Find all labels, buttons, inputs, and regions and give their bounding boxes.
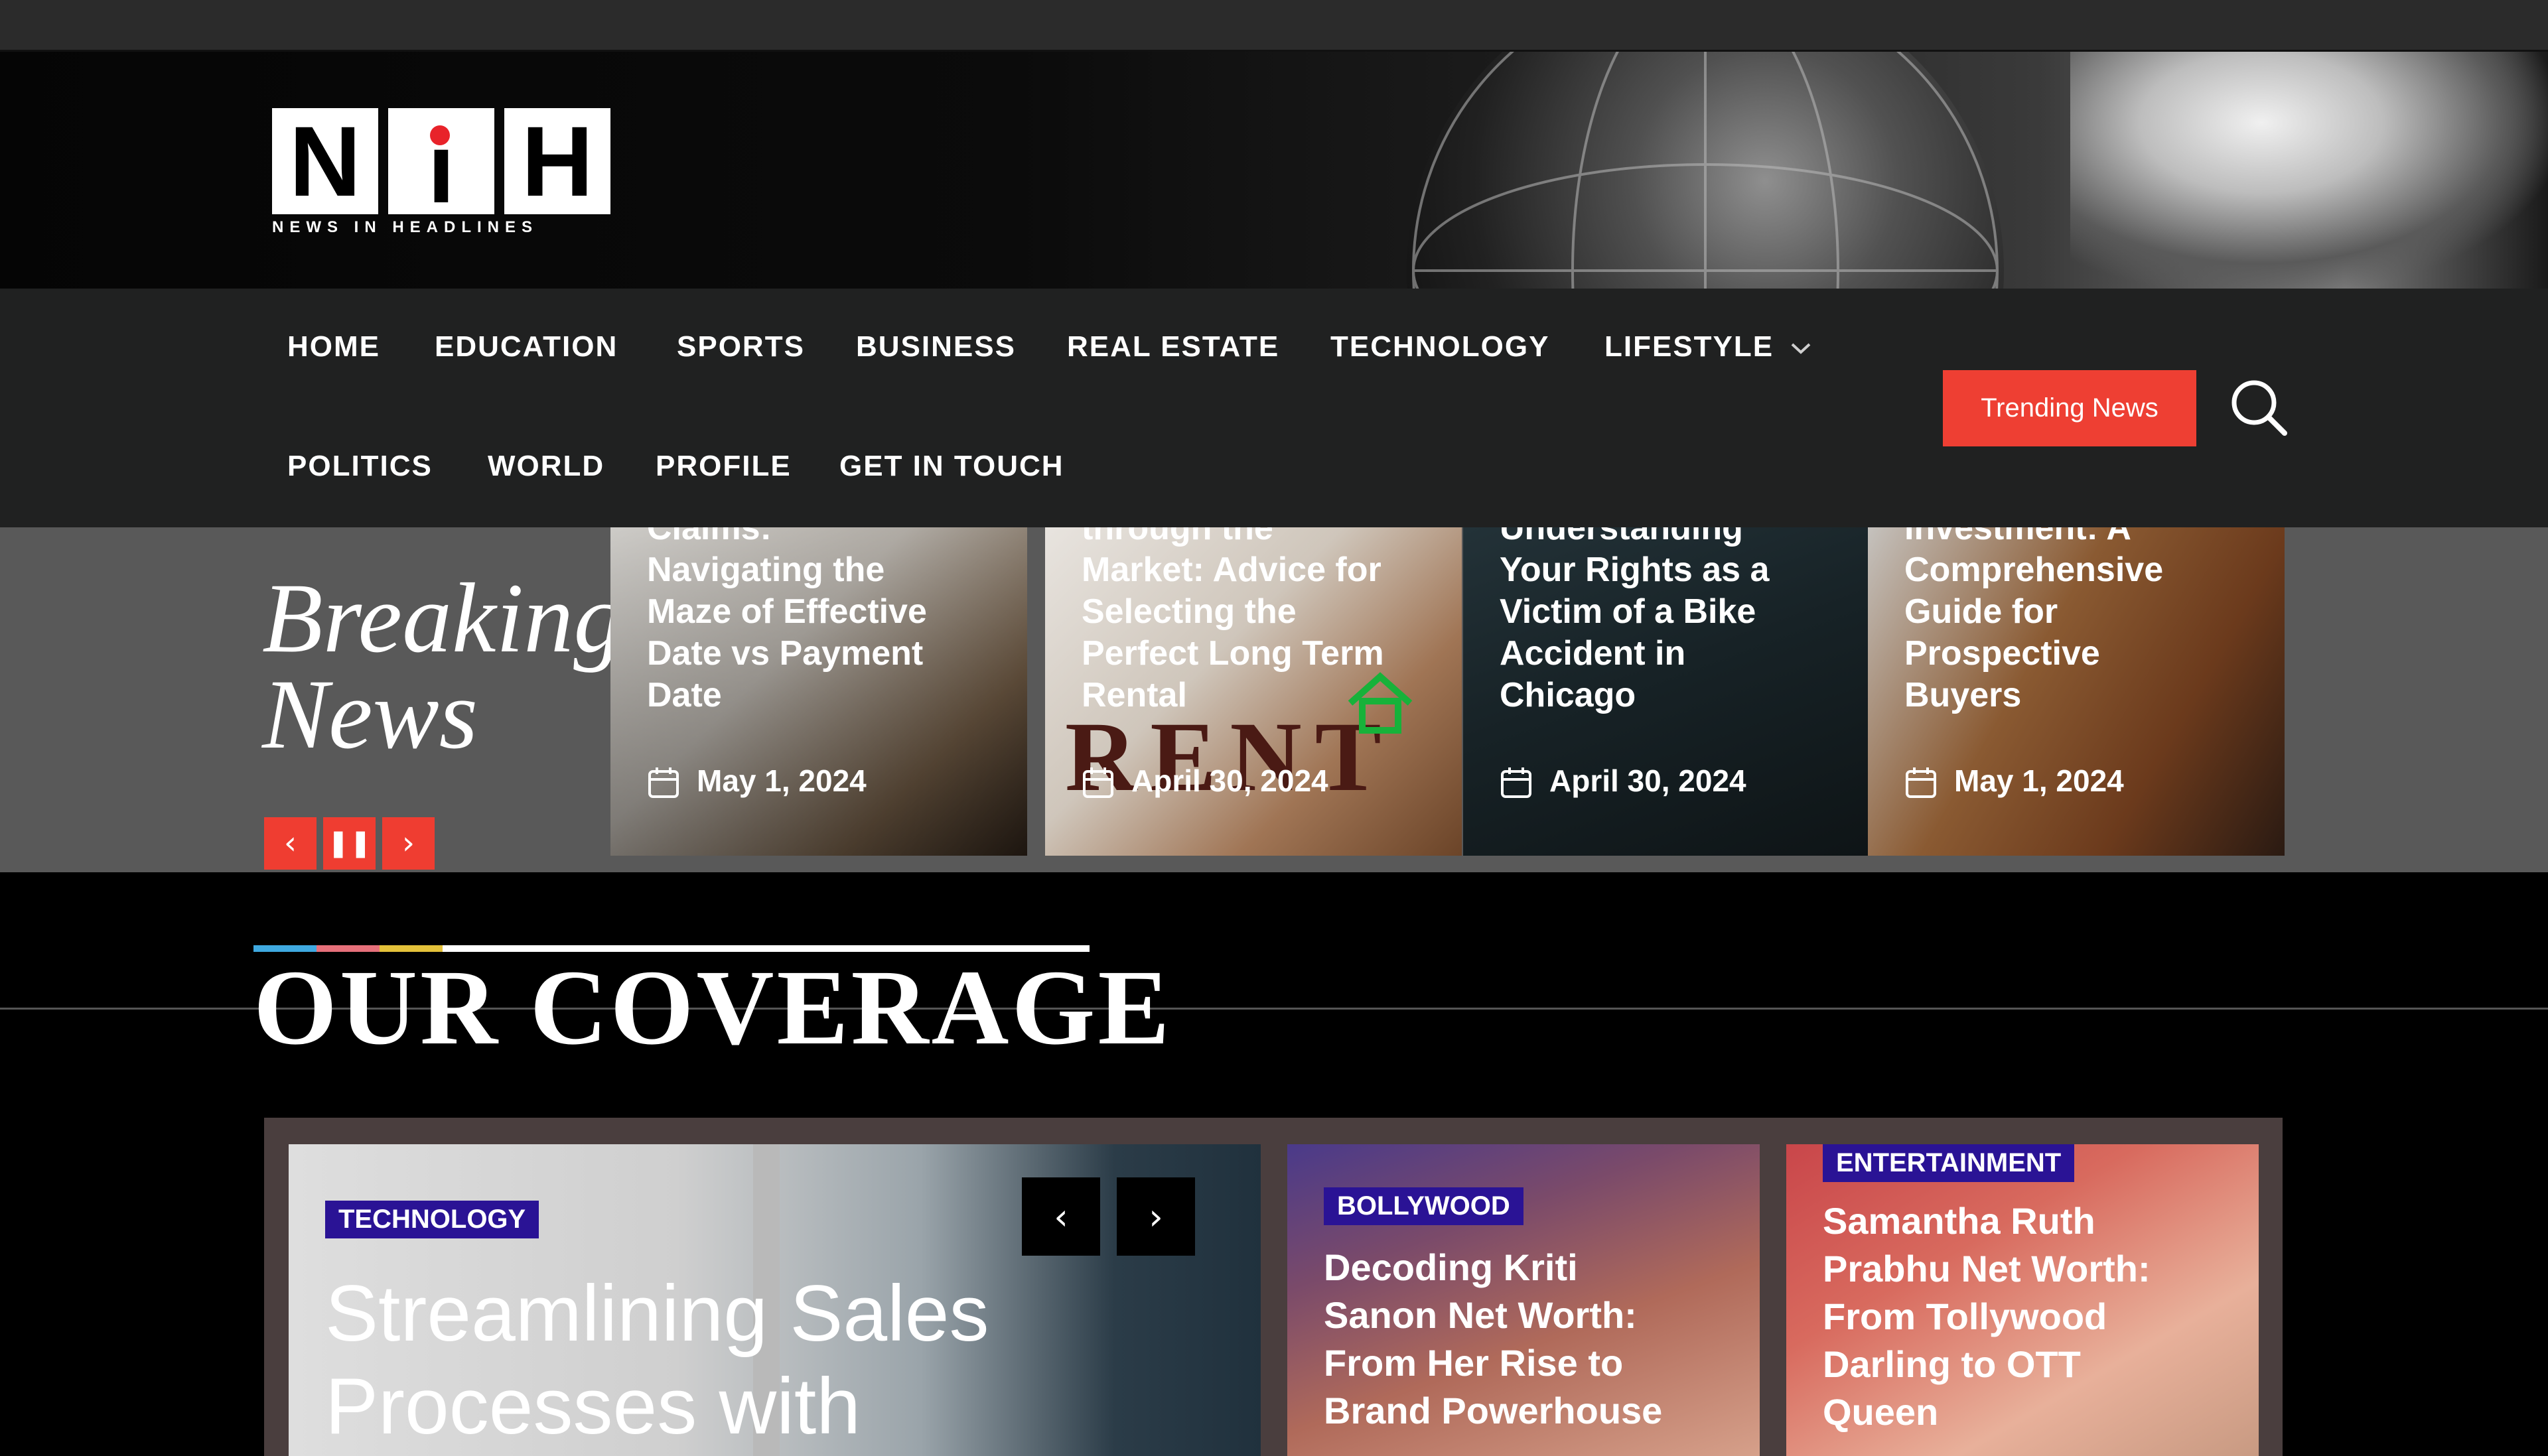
coverage-heading: OUR COVERAGE: [253, 949, 1172, 1067]
card-title-line: Date vs Payment: [647, 634, 924, 673]
nav-business[interactable]: BUSINESS: [856, 330, 1016, 364]
card-title-line: Comprehensive: [1904, 551, 2164, 589]
calendar-icon: [1083, 767, 1113, 798]
site-logo[interactable]: N i H NEWS IN HEADLINES: [272, 108, 617, 241]
card-title-line: Rental: [1082, 676, 1187, 714]
nav-lifestyle-label: LIFESTYLE: [1604, 330, 1774, 363]
card-title: Understanding Your Rights as a Victim of…: [1500, 527, 1871, 716]
side-title-line: Darling to OTT: [1823, 1343, 2081, 1385]
card-date: April 30, 2024: [1131, 763, 1328, 798]
card-title-line: Maze of Effective: [647, 592, 927, 631]
calendar-icon: [648, 767, 679, 798]
calendar-icon: [1906, 767, 1936, 798]
nav-profile[interactable]: PROFILE: [656, 450, 792, 483]
card-title-line: Victim of a Bike: [1500, 592, 1756, 631]
coverage-prev-button[interactable]: ‹: [1022, 1177, 1100, 1256]
search-icon[interactable]: [2226, 375, 2290, 438]
logo-tagline: NEWS IN HEADLINES: [272, 218, 539, 236]
side-title-line: Prabhu Net Worth:: [1823, 1248, 2151, 1290]
card-date: April 30, 2024: [1549, 763, 1746, 798]
card-title-line: Understanding: [1500, 527, 1743, 547]
nav-world[interactable]: WORLD: [488, 450, 604, 483]
coverage-main-title[interactable]: Streamlining Sales Processes with: [325, 1267, 989, 1453]
side-title-line: From Her Rise to: [1324, 1342, 1624, 1384]
side-title-line: Decoding Kriti: [1324, 1246, 1578, 1288]
card-title-line: Date: [647, 676, 722, 714]
category-tag-entertainment[interactable]: ENTERTAINMENT: [1823, 1144, 2075, 1182]
card-title-line: Navigating the: [647, 551, 885, 589]
nav-education[interactable]: EDUCATION: [435, 330, 618, 364]
coverage-side-title[interactable]: Decoding Kriti Sanon Net Worth: From Her…: [1324, 1244, 1662, 1435]
logo-letter-box: N: [272, 108, 378, 214]
coverage-main-panel[interactable]: TECHNOLOGY Streamlining Sales Processes …: [289, 1144, 1261, 1456]
card-title-line: Investment: A: [1904, 527, 2131, 547]
continent-graphic: [2070, 52, 2548, 289]
nav-home[interactable]: HOME: [287, 330, 380, 364]
calendar-icon: [1501, 767, 1531, 798]
card-title: Claims: Navigating the Maze of Effective…: [647, 527, 1019, 716]
breaking-card[interactable]: Investment: A Comprehensive Guide for Pr…: [1868, 527, 2285, 856]
breaking-card[interactable]: Understanding Your Rights as a Victim of…: [1463, 527, 1880, 856]
nav-get-in-touch[interactable]: GET IN TOUCH: [839, 450, 1064, 483]
card-date: May 1, 2024: [697, 763, 867, 798]
nav-technology[interactable]: TECHNOLOGY: [1330, 330, 1549, 364]
side-title-line: Queen: [1823, 1391, 1939, 1433]
trending-news-button[interactable]: Trending News: [1943, 370, 2196, 446]
globe-grid-lines: [1412, 52, 1999, 289]
breaking-line2: News: [262, 659, 478, 769]
card-title-line: Prospective: [1904, 634, 2100, 673]
card-title-line: Claims:: [647, 527, 772, 547]
card-title: Investment: A Comprehensive Guide for Pr…: [1904, 527, 2276, 716]
breaking-line1: Breaking: [262, 563, 624, 673]
breaking-card[interactable]: RENT through the Market: Advice for Sele…: [1045, 527, 1462, 856]
side-title-line: Sanon Net Worth:: [1324, 1294, 1637, 1336]
breaking-news-heading: Breaking News: [262, 563, 624, 769]
coverage-side-title[interactable]: Samantha Ruth Prabhu Net Worth: From Tol…: [1823, 1197, 2151, 1436]
coverage-side-panel-entertainment[interactable]: ENTERTAINMENT Samantha Ruth Prabhu Net W…: [1786, 1144, 2259, 1456]
card-title-line: Buyers: [1904, 676, 2022, 714]
logo-letter-n: N: [289, 105, 362, 217]
logo-letter-h: H: [521, 105, 594, 217]
top-bar: [0, 0, 2548, 52]
chevron-down-icon: [1792, 343, 1811, 355]
breaking-next-button[interactable]: ›: [382, 817, 435, 870]
nav-real-estate[interactable]: REAL ESTATE: [1067, 330, 1279, 364]
card-title-line: Chicago: [1500, 676, 1636, 714]
card-title-line: Selecting the: [1082, 592, 1297, 631]
category-tag-technology[interactable]: TECHNOLOGY: [325, 1201, 539, 1238]
logo-red-dot: [430, 125, 450, 145]
card-title-line: through the: [1082, 527, 1273, 547]
side-title-line: Samantha Ruth: [1823, 1200, 2095, 1242]
logo-letter-box: H: [504, 108, 610, 214]
side-title-line: From Tollywood: [1823, 1295, 2107, 1337]
coverage-side-panel-bollywood[interactable]: BOLLYWOOD Decoding Kriti Sanon Net Worth…: [1287, 1144, 1760, 1456]
main-title-line: Streamlining Sales: [325, 1269, 989, 1358]
logo-letter-box: i: [388, 108, 494, 221]
card-title-line: Accident in: [1500, 634, 1686, 673]
category-tag-bollywood[interactable]: BOLLYWOOD: [1324, 1187, 1523, 1225]
breaking-card[interactable]: Claims: Navigating the Maze of Effective…: [610, 527, 1027, 856]
main-title-line: Processes with: [325, 1362, 861, 1451]
coverage-next-button[interactable]: ›: [1117, 1177, 1195, 1256]
card-title-line: Your Rights as a: [1500, 551, 1770, 589]
nav-politics[interactable]: POLITICS: [287, 450, 433, 483]
breaking-prev-button[interactable]: ‹: [264, 817, 317, 870]
card-date: May 1, 2024: [1954, 763, 2124, 798]
card-title-line: Guide for: [1904, 592, 2058, 631]
card-title-line: Perfect Long Term: [1082, 634, 1384, 673]
breaking-pause-button[interactable]: ❚❚: [323, 817, 376, 870]
nav-lifestyle[interactable]: LIFESTYLE: [1604, 330, 1812, 364]
card-title-line: Market: Advice for: [1082, 551, 1381, 589]
card-title: through the Market: Advice for Selecting…: [1082, 527, 1453, 716]
nav-sports[interactable]: SPORTS: [677, 330, 805, 364]
side-title-line: Brand Powerhouse: [1324, 1390, 1663, 1431]
